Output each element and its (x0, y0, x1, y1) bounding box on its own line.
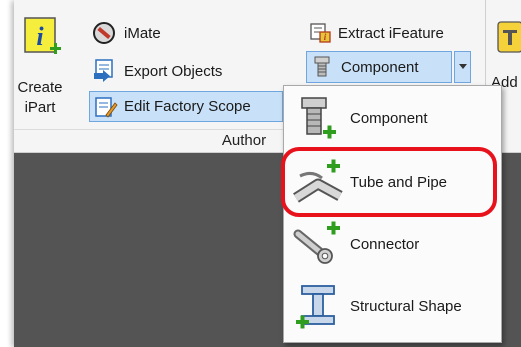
extract-ifeature-label: Extract iFeature (338, 24, 444, 42)
component-label: Component (341, 58, 419, 76)
tube-pipe-icon (293, 159, 343, 203)
component-button[interactable]: Component (306, 51, 452, 83)
edit-factory-scope-icon (95, 96, 118, 118)
extract-ifeature-button[interactable]: i Extract iFeature (310, 20, 444, 46)
create-ipart-button[interactable]: i Create iPart (16, 14, 64, 132)
export-objects-label: Export Objects (124, 62, 223, 80)
chevron-down-icon (458, 64, 467, 69)
menu-item-connector[interactable]: Connector (288, 216, 497, 272)
menu-item-component-label: Component (350, 109, 428, 127)
imate-label: iMate (124, 24, 161, 42)
menu-item-structural-shape-label: Structural Shape (350, 297, 462, 315)
create-ipart-icon: i (24, 17, 61, 54)
menu-item-connector-label: Connector (350, 235, 420, 253)
imate-button[interactable]: iMate (92, 20, 161, 46)
bolt-component-icon (301, 97, 336, 139)
menu-item-structural-shape[interactable]: Structural Shape (288, 278, 497, 334)
structural-shape-icon (296, 285, 335, 329)
svg-text:i: i (36, 22, 44, 51)
menu-item-component[interactable]: Component (288, 90, 497, 146)
menu-item-tube-and-pipe-label: Tube and Pipe (350, 173, 448, 191)
create-ipart-label-line1: Create (17, 79, 63, 96)
component-dropdown-button[interactable] (454, 51, 471, 83)
connector-icon (293, 221, 340, 264)
edit-factory-scope-button[interactable]: Edit Factory Scope (89, 91, 283, 122)
add-tool-icon[interactable] (496, 20, 521, 64)
component-dropdown-menu: Component Tube and Pipe Connector Struct… (283, 85, 502, 343)
create-ipart-label-line2: iPart (24, 99, 56, 116)
extract-ifeature-icon: i (310, 23, 331, 43)
export-objects-button[interactable]: Export Objects (92, 57, 222, 85)
bolt-component-icon (314, 56, 330, 77)
export-objects-icon (94, 59, 113, 82)
menu-item-tube-and-pipe[interactable]: Tube and Pipe (288, 154, 497, 210)
edit-factory-scope-label: Edit Factory Scope (124, 98, 251, 115)
imate-icon (93, 22, 115, 44)
